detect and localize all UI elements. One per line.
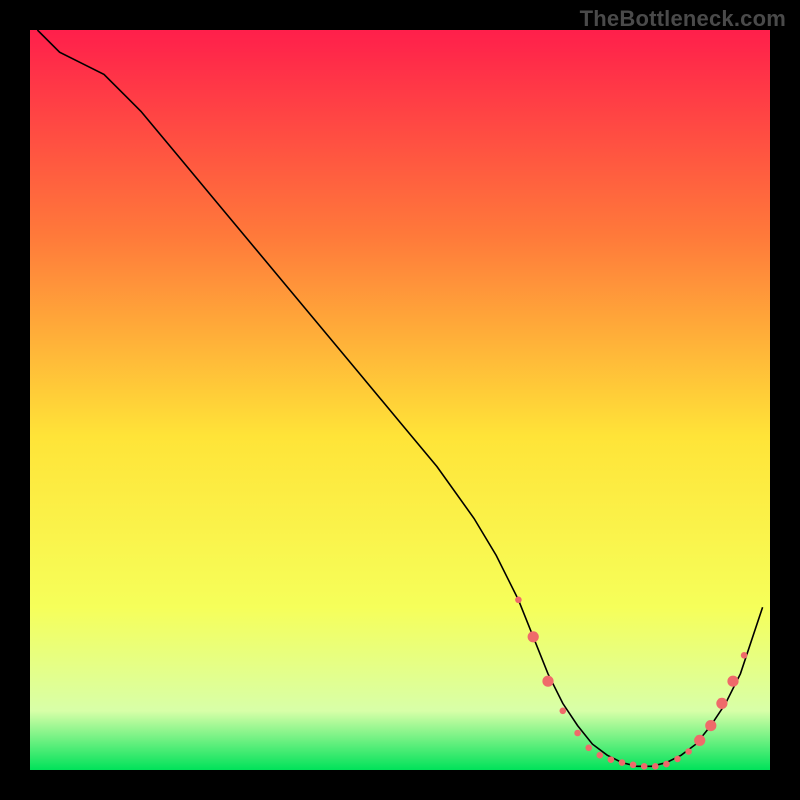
marker-dot [619, 759, 626, 766]
marker-dot [597, 752, 604, 759]
watermark-text: TheBottleneck.com [580, 6, 786, 32]
marker-dot [585, 745, 592, 752]
marker-dot [542, 676, 553, 687]
marker-dot [641, 763, 648, 770]
marker-dot [663, 761, 670, 768]
gradient-bg [30, 30, 770, 770]
marker-dot [630, 762, 637, 769]
marker-dot [716, 698, 727, 709]
marker-dot [608, 756, 615, 763]
marker-dot [727, 676, 738, 687]
marker-dot [694, 735, 705, 746]
marker-dot [674, 756, 681, 763]
marker-dot [652, 763, 659, 770]
marker-dot [515, 597, 522, 604]
marker-dot [685, 748, 692, 755]
marker-dot [560, 708, 567, 715]
marker-dot [528, 631, 539, 642]
marker-dot [741, 652, 748, 659]
chart-svg [30, 30, 770, 770]
marker-dot [705, 720, 716, 731]
chart-frame: TheBottleneck.com [0, 0, 800, 800]
marker-dot [574, 730, 581, 737]
plot-area [30, 30, 770, 770]
